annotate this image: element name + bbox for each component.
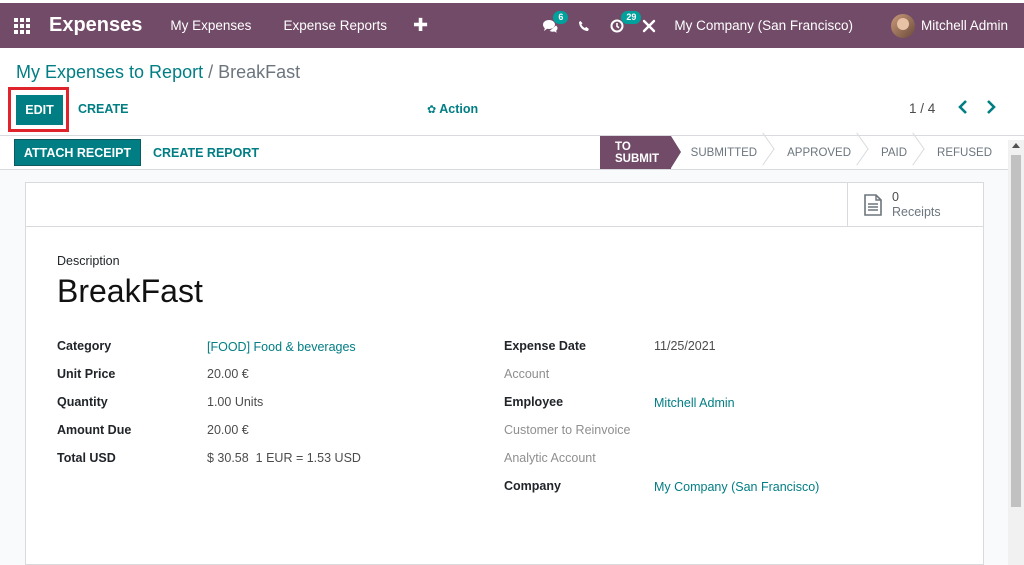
attach-receipt-button[interactable]: ATTACH RECEIPT	[14, 139, 141, 166]
chevron-right-icon	[987, 100, 996, 114]
form-sheet: 0 Receipts Description BreakFast Categor…	[25, 182, 984, 565]
debug-tools-icon	[643, 19, 656, 32]
systray: 6 29 My Company (San Francisco) Mitchell…	[542, 3, 1024, 48]
form-statusbar: ATTACH RECEIPT CREATE REPORT TO SUBMIT S…	[0, 132, 1024, 170]
action-menu-button[interactable]: ✿ Action	[427, 102, 478, 116]
description-label: Description	[57, 254, 120, 268]
activity-menu[interactable]: 29	[610, 3, 642, 48]
add-menu-plus-icon[interactable]: ✚	[413, 15, 428, 36]
company-switcher[interactable]: My Company (San Francisco)	[674, 18, 853, 33]
menu-my-expenses[interactable]: My Expenses	[170, 18, 251, 33]
stage-to-submit: TO SUBMIT	[600, 136, 681, 169]
breadcrumb-separator: /	[208, 62, 214, 82]
category-value[interactable]: [FOOD] Food & beverages	[207, 340, 356, 354]
user-avatar[interactable]	[890, 13, 915, 38]
smart-button-box: 0 Receipts	[26, 183, 983, 227]
voip-phone[interactable]	[578, 3, 590, 48]
apps-menu-button[interactable]	[0, 3, 44, 48]
expense-date-label: Expense Date	[504, 339, 586, 353]
debug-tools[interactable]	[642, 3, 656, 48]
receipts-count: 0	[892, 190, 899, 204]
expense-title[interactable]: BreakFast	[57, 273, 203, 310]
messages-count-badge: 6	[553, 11, 569, 24]
company-label: Company	[504, 479, 561, 493]
quantity-label: Quantity	[57, 395, 108, 409]
stage-approved: APPROVED	[767, 132, 869, 169]
amount-due-label: Amount Due	[57, 423, 132, 437]
user-menu[interactable]: Mitchell Admin	[921, 18, 1008, 33]
breadcrumb-parent-link[interactable]: My Expenses to Report	[16, 62, 203, 82]
quantity-unit: Units	[234, 395, 264, 409]
chevron-left-icon	[958, 100, 967, 114]
employee-value[interactable]: Mitchell Admin	[654, 396, 735, 410]
unit-price-label: Unit Price	[57, 367, 116, 381]
expense-date-value: 11/25/2021	[654, 339, 716, 353]
company-value[interactable]: My Company (San Francisco)	[654, 480, 819, 494]
receipts-smart-button[interactable]: 0 Receipts	[847, 183, 983, 227]
vertical-scrollbar[interactable]	[1008, 140, 1024, 565]
document-icon	[864, 194, 882, 216]
app-title[interactable]: Expenses	[49, 14, 142, 37]
scroll-thumb[interactable]	[1011, 155, 1021, 507]
analytic-account-label: Analytic Account	[504, 451, 596, 465]
create-report-button[interactable]: CREATE REPORT	[153, 146, 259, 160]
create-button[interactable]: CREATE	[78, 102, 128, 116]
unit-price-value: 20.00 €	[207, 367, 249, 381]
pager-previous-button[interactable]	[958, 100, 968, 117]
amount-due-value: 20.00 €	[207, 423, 249, 437]
menu-expense-reports[interactable]: Expense Reports	[283, 18, 387, 33]
stage-submitted: SUBMITTED	[671, 132, 775, 169]
employee-label: Employee	[504, 395, 564, 409]
action-label: Action	[439, 102, 479, 116]
phone-icon	[579, 20, 590, 31]
total-usd-label: Total USD	[57, 451, 116, 465]
messaging-menu[interactable]: 6	[542, 3, 569, 48]
scroll-up-arrow-icon[interactable]	[1012, 143, 1020, 148]
stage-paid: PAID	[861, 132, 925, 169]
edit-button[interactable]: EDIT	[16, 95, 63, 125]
pager-value[interactable]: 1 / 4	[909, 101, 935, 116]
activities-count-badge: 29	[621, 11, 642, 24]
customer-reinvoice-label: Customer to Reinvoice	[504, 423, 631, 437]
category-label: Category	[57, 339, 112, 353]
top-navbar: Expenses My Expenses Expense Reports ✚ 6…	[0, 3, 1024, 48]
exchange-rate: 1 EUR = 1.53 USD	[255, 451, 361, 465]
breadcrumb-current: BreakFast	[218, 62, 301, 82]
status-stages: TO SUBMIT SUBMITTED APPROVED PAID REFUSE…	[600, 132, 1024, 169]
apps-grid-icon	[14, 17, 30, 34]
total-usd-value: $ 30.58 1 EUR = 1.53 USD	[207, 451, 361, 465]
quantity-value: 1.00 Units	[207, 395, 264, 409]
gear-icon: ✿	[427, 104, 437, 116]
pager-next-button[interactable]	[986, 100, 996, 117]
receipts-label: Receipts	[892, 205, 941, 219]
account-label: Account	[504, 367, 550, 381]
breadcrumb: My Expenses to Report / BreakFast	[16, 62, 300, 83]
